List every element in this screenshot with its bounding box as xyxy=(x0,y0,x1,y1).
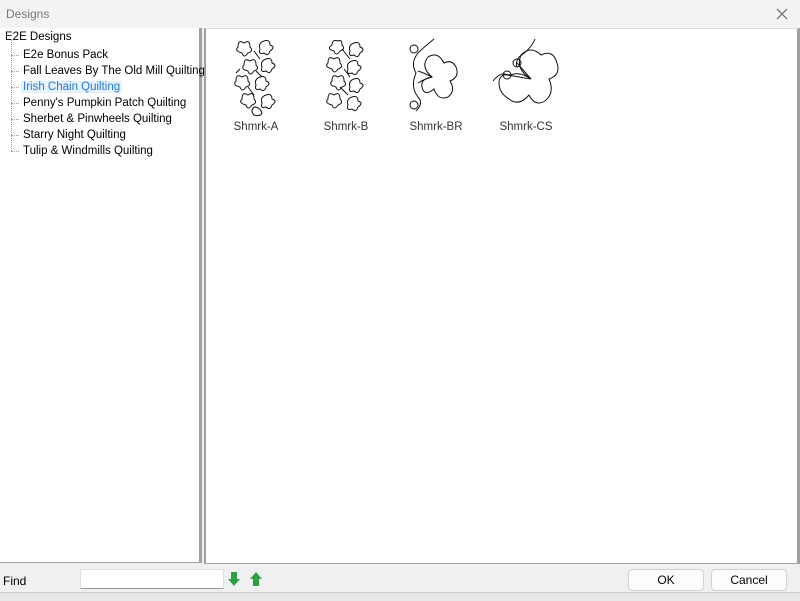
tree-item[interactable]: Penny's Pumpkin Patch Quilting xyxy=(11,87,207,111)
shamrock-corner-icon xyxy=(492,38,559,104)
design-item[interactable]: Shmrk-A xyxy=(216,37,296,133)
find-previous-up-arrow-icon[interactable] xyxy=(249,571,263,587)
category-tree: E2e Bonus Pack Fall Leaves By The Old Mi… xyxy=(11,39,207,159)
tree-item-label[interactable]: Fall Leaves By The Old Mill Quilting xyxy=(21,65,207,77)
shamrock-pattern-icon xyxy=(234,40,276,117)
find-next-down-arrow-icon[interactable] xyxy=(227,571,241,587)
tree-item[interactable]: Starry Night Quilting xyxy=(11,119,207,143)
find-label: Find xyxy=(3,574,27,588)
ok-button[interactable]: OK xyxy=(628,569,704,591)
tree-item-label[interactable]: Sherbet & Pinwheels Quilting xyxy=(21,113,174,125)
tree-root[interactable]: E2E Designs xyxy=(5,31,71,43)
tree-item-selected[interactable]: Irish Chain Quilting xyxy=(11,71,207,95)
category-tree-panel: E2E Designs E2e Bonus Pack Fall Leaves B… xyxy=(0,28,205,563)
title-bar: Designs xyxy=(0,0,800,29)
design-name: Shmrk-A xyxy=(233,121,279,133)
tree-item[interactable]: Sherbet & Pinwheels Quilting xyxy=(11,103,207,127)
design-name: Shmrk-B xyxy=(323,121,369,133)
close-icon[interactable] xyxy=(772,4,792,24)
design-item[interactable]: Shmrk-B xyxy=(306,37,386,133)
design-item[interactable]: Shmrk-CS xyxy=(486,37,566,133)
tree-item-label[interactable]: E2e Bonus Pack xyxy=(21,49,110,61)
cancel-button[interactable]: Cancel xyxy=(711,569,787,591)
tree-item[interactable]: Fall Leaves By The Old Mill Quilting xyxy=(11,55,207,79)
design-name: Shmrk-CS xyxy=(499,121,553,133)
shamrock-border-icon xyxy=(409,38,458,112)
tree-item-label[interactable]: Irish Chain Quilting xyxy=(21,81,123,93)
tree-item-label[interactable]: Tulip & Windmills Quilting xyxy=(21,145,155,157)
shamrock-pattern-icon xyxy=(326,40,364,112)
window-title: Designs xyxy=(6,7,50,21)
tree-item[interactable]: E2e Bonus Pack xyxy=(11,39,207,63)
tree-item-label[interactable]: Penny's Pumpkin Patch Quilting xyxy=(21,97,188,109)
design-gallery: Shmrk-A Shmrk-B Shmrk-BR Shmrk-CS xyxy=(204,28,800,564)
design-name: Shmrk-BR xyxy=(409,121,463,133)
find-input[interactable] xyxy=(80,569,224,589)
tree-item-label[interactable]: Starry Night Quilting xyxy=(21,129,128,141)
design-item[interactable]: Shmrk-BR xyxy=(396,37,476,133)
tree-item[interactable]: Tulip & Windmills Quilting xyxy=(11,135,207,159)
